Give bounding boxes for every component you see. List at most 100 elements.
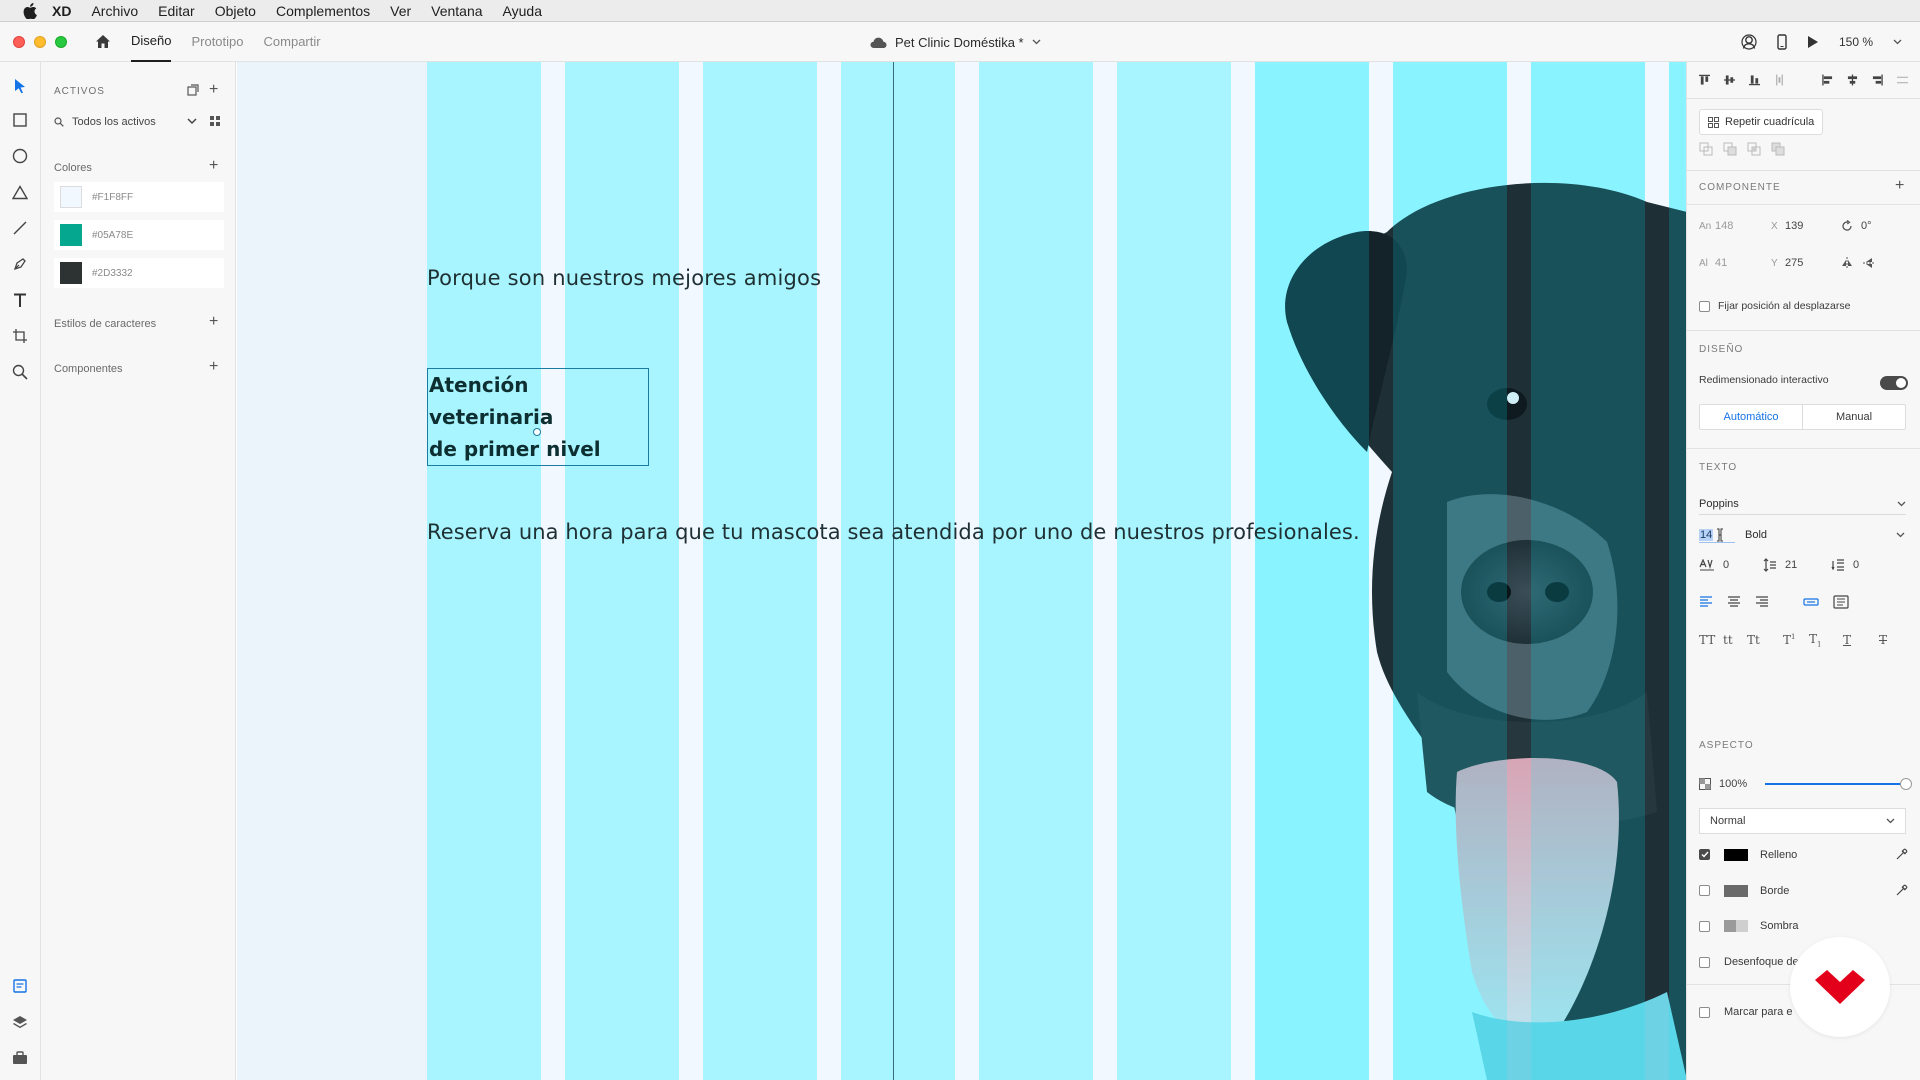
menu-ver[interactable]: Ver [390, 3, 411, 19]
home-icon[interactable] [93, 32, 113, 52]
menu-editar[interactable]: Editar [158, 3, 195, 19]
chevron-down-icon[interactable] [187, 118, 197, 125]
device-preview-icon[interactable] [1777, 34, 1787, 50]
exclude-boolean-icon[interactable] [1771, 142, 1785, 156]
opacity-slider-thumb[interactable] [1900, 778, 1912, 790]
share-user-icon[interactable] [1741, 34, 1757, 50]
window-minimize-button[interactable] [34, 35, 46, 48]
border-color-swatch[interactable] [1724, 884, 1748, 897]
opacity-value[interactable]: 100% [1719, 778, 1747, 790]
zoom-tool-icon[interactable] [10, 362, 30, 382]
font-weight-select[interactable]: Bold [1745, 524, 1905, 546]
fix-position-checkbox[interactable] [1699, 300, 1710, 312]
play-icon[interactable] [1807, 35, 1819, 49]
plugins-icon[interactable] [10, 1048, 30, 1068]
add-component-button[interactable]: + [209, 359, 218, 375]
text-tool-icon[interactable] [10, 290, 30, 310]
add-boolean-icon[interactable] [1699, 142, 1713, 156]
x-field[interactable]: 139 [1785, 220, 1841, 232]
align-top-icon[interactable] [1699, 74, 1710, 86]
tab-diseno[interactable]: Diseño [131, 22, 172, 62]
auto-option[interactable]: Automático [1700, 405, 1803, 429]
menu-ayuda[interactable]: Ayuda [503, 3, 542, 19]
menu-complementos[interactable]: Complementos [276, 3, 370, 19]
ellipse-tool-icon[interactable] [10, 146, 30, 166]
rectangle-tool-icon[interactable] [10, 110, 30, 130]
shadow-checkbox[interactable] [1699, 920, 1710, 932]
resize-handle[interactable] [533, 428, 541, 436]
superscript-toggle[interactable]: T1 [1783, 633, 1809, 647]
menu-objeto[interactable]: Objeto [215, 3, 256, 19]
blend-mode-select[interactable]: Normal [1699, 808, 1906, 834]
add-character-style-button[interactable]: + [209, 314, 218, 330]
document-title-menu[interactable]: Pet Clinic Doméstika * [870, 22, 1041, 62]
auto-width-icon[interactable] [1803, 596, 1819, 608]
tagline-text[interactable]: Porque son nuestros mejores amigos [427, 266, 821, 290]
color-swatch-item[interactable]: #05A78E [54, 220, 224, 250]
color-swatch-item[interactable]: #F1F8FF [54, 182, 224, 212]
intersect-boolean-icon[interactable] [1747, 142, 1761, 156]
y-field[interactable]: 275 [1785, 257, 1841, 269]
text-align-center-icon[interactable] [1727, 596, 1741, 608]
height-field[interactable]: 41 [1715, 257, 1771, 269]
apple-icon[interactable] [20, 2, 40, 20]
fill-checkbox[interactable] [1699, 849, 1710, 860]
underline-toggle[interactable]: T [1843, 633, 1879, 647]
zoom-chevron-icon[interactable] [1893, 39, 1902, 45]
grid-view-icon[interactable] [210, 116, 220, 126]
line-spacing-field[interactable]: 21 [1785, 559, 1831, 571]
opacity-slider[interactable] [1765, 778, 1912, 790]
responsive-resize-toggle[interactable] [1880, 376, 1908, 390]
subtract-boolean-icon[interactable] [1723, 142, 1737, 156]
menu-app-name[interactable]: XD [52, 3, 71, 19]
heading-text-selected[interactable]: Atención veterinaria de primer nivel [427, 368, 649, 466]
body-text[interactable]: Reserva una hora para que tu mascota sea… [427, 520, 1360, 544]
subscript-toggle[interactable]: T1 [1809, 632, 1843, 648]
add-asset-button[interactable]: + [209, 82, 218, 98]
open-libraries-icon[interactable] [187, 84, 199, 96]
tab-compartir[interactable]: Compartir [264, 22, 321, 62]
font-family-select[interactable]: Poppins [1699, 493, 1906, 515]
manual-option[interactable]: Manual [1803, 405, 1905, 429]
tab-prototipo[interactable]: Prototipo [191, 22, 243, 62]
pen-tool-icon[interactable] [10, 254, 30, 274]
border-checkbox[interactable] [1699, 885, 1710, 896]
window-maximize-button[interactable] [55, 35, 67, 48]
background-blur-checkbox[interactable] [1699, 956, 1710, 968]
distribute-horizontal-icon[interactable] [1897, 74, 1909, 86]
fill-color-swatch[interactable] [1724, 848, 1748, 861]
text-align-right-icon[interactable] [1755, 596, 1769, 608]
paragraph-spacing-field[interactable]: 0 [1853, 559, 1859, 571]
align-bottom-icon[interactable] [1748, 74, 1760, 86]
layers-icon[interactable] [10, 1012, 30, 1032]
artboard[interactable]: Porque son nuestros mejores amigos Atenc… [427, 62, 1686, 1080]
uppercase-toggle[interactable]: TT [1699, 633, 1723, 647]
titlecase-toggle[interactable]: Tt [1747, 633, 1783, 647]
zoom-level[interactable]: 150 % [1839, 35, 1873, 49]
text-align-left-icon[interactable] [1699, 596, 1713, 608]
distribute-vertical-icon[interactable] [1774, 74, 1785, 86]
polygon-tool-icon[interactable] [10, 182, 30, 202]
width-field[interactable]: 148 [1715, 220, 1771, 232]
create-component-button[interactable]: + [1895, 178, 1904, 194]
flip-horizontal-icon[interactable] [1841, 257, 1853, 269]
rotation-field[interactable]: 0° [1861, 220, 1872, 232]
menu-ventana[interactable]: Ventana [431, 3, 482, 19]
strikethrough-toggle[interactable]: T [1879, 633, 1887, 647]
align-right-icon[interactable] [1872, 74, 1883, 86]
fixed-size-icon[interactable] [1833, 595, 1849, 609]
font-size-field[interactable]: 14 [1699, 528, 1735, 543]
lowercase-toggle[interactable]: tt [1723, 633, 1747, 647]
line-tool-icon[interactable] [10, 218, 30, 238]
align-left-icon[interactable] [1822, 74, 1833, 86]
flip-vertical-icon[interactable] [1863, 257, 1875, 269]
window-close-button[interactable] [13, 35, 25, 48]
mark-export-checkbox[interactable] [1699, 1006, 1710, 1018]
menu-archivo[interactable]: Archivo [91, 3, 138, 19]
add-color-button[interactable]: + [209, 158, 218, 174]
align-middle-icon[interactable] [1723, 74, 1735, 86]
vertical-guide-line[interactable] [893, 62, 894, 1080]
eyedropper-icon[interactable] [1895, 848, 1908, 861]
shadow-color-swatch[interactable] [1724, 920, 1748, 932]
assets-panel-icon[interactable] [10, 976, 30, 996]
